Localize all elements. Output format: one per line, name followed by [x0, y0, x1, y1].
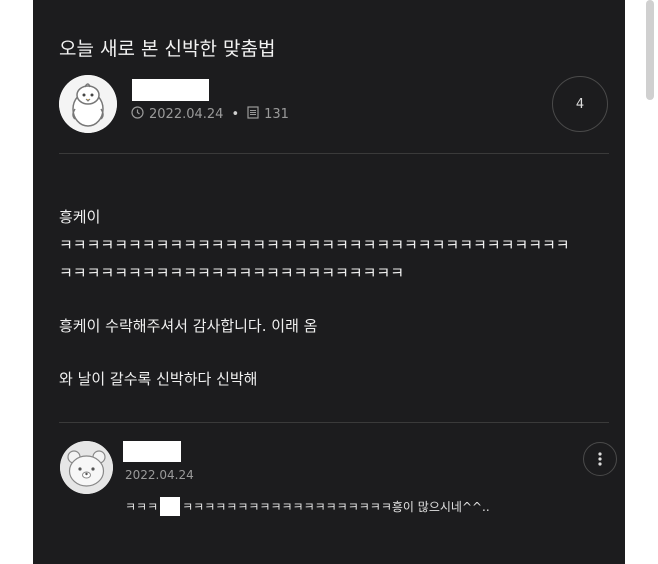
comment-date: 2022.04.24: [125, 468, 194, 482]
scrollbar[interactable]: [646, 0, 654, 100]
comment-text-end: ㅋㅋㅋㅋㅋㅋㅋㅋㅋㅋㅋㅋㅋㅋㅋㅋㅋㅋㅋ흥이 많으시네^^..: [182, 500, 490, 514]
bird-character-icon: [59, 75, 117, 133]
author-name-redacted: [132, 79, 209, 101]
body-line: ㅋㅋㅋㅋㅋㅋㅋㅋㅋㅋㅋㅋㅋㅋㅋㅋㅋㅋㅋㅋㅋㅋㅋㅋㅋㅋㅋㅋㅋㅋㅋㅋㅋㅋㅋㅋㅋ: [59, 236, 570, 254]
comment-more-button[interactable]: [583, 442, 617, 476]
comment-redaction: [160, 497, 181, 516]
post-views: 131: [264, 107, 289, 122]
bear-character-icon: [60, 441, 113, 494]
clock-icon: [131, 106, 144, 123]
body-line: 흥케이 수락해주셔서 감사합니다. 이래 옴: [59, 317, 318, 335]
body-line: 와 날이 갈수록 신박하다 신박해: [59, 370, 258, 388]
post-date: 2022.04.24: [149, 107, 224, 122]
author-avatar[interactable]: [59, 75, 117, 133]
comment-text-start: ㅋㅋㅋ: [125, 500, 159, 514]
comment-count-button[interactable]: 4: [552, 76, 608, 132]
body-line: ㅋㅋㅋㅋㅋㅋㅋㅋㅋㅋㅋㅋㅋㅋㅋㅋㅋㅋㅋㅋㅋㅋㅋㅋㅋ: [59, 264, 405, 282]
comment-divider: [59, 422, 609, 423]
commenter-name-redacted: [123, 441, 181, 462]
comment-count: 4: [575, 96, 585, 112]
body-line: 흥케이: [59, 208, 101, 226]
post-body: 흥케이 ㅋㅋㅋㅋㅋㅋㅋㅋㅋㅋㅋㅋㅋㅋㅋㅋㅋㅋㅋㅋㅋㅋㅋㅋㅋㅋㅋㅋㅋㅋㅋㅋㅋㅋㅋㅋ…: [59, 203, 619, 393]
post-panel: 오늘 새로 본 신박한 맞춤법 2022.04.24 • 131 4 흥케이 ㅋ…: [33, 0, 625, 564]
header-divider: [59, 153, 609, 154]
document-icon: [247, 106, 259, 123]
post-meta: 2022.04.24 • 131: [131, 106, 289, 123]
comment-text: ㅋㅋㅋ ㅋㅋㅋㅋㅋㅋㅋㅋㅋㅋㅋㅋㅋㅋㅋㅋㅋㅋㅋ흥이 많으시네^^..: [125, 497, 490, 516]
post-title: 오늘 새로 본 신박한 맞춤법: [59, 38, 276, 60]
commenter-avatar[interactable]: [60, 441, 113, 494]
meta-separator: •: [231, 107, 240, 122]
more-vertical-icon: [598, 452, 602, 466]
